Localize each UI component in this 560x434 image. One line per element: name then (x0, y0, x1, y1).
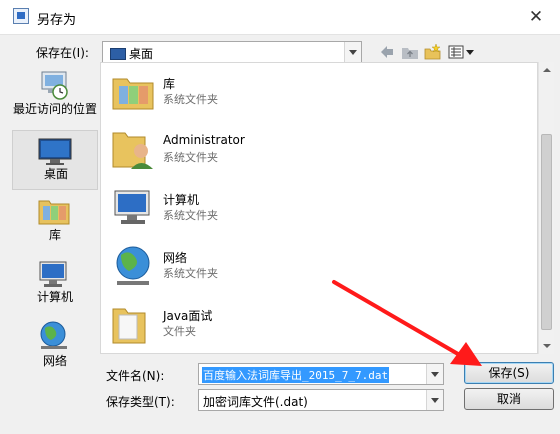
scroll-thumb[interactable] (541, 134, 552, 330)
places-bar: 最近访问的位置 桌面 库 计算机 网络 (12, 62, 98, 380)
desktop-small-icon (110, 48, 126, 60)
item-name: 库 (163, 77, 176, 91)
user-folder-icon (112, 132, 153, 169)
chevron-down-icon[interactable] (426, 364, 443, 384)
item-type: 系统文件夹 (163, 151, 218, 164)
place-computer[interactable]: 计算机 (12, 254, 98, 308)
chevron-down-icon[interactable] (426, 390, 443, 410)
item-name: 计算机 (163, 193, 200, 207)
save-in-dropdown[interactable]: 桌面 (102, 41, 362, 63)
title-bar: 另存为 ✕ (0, 0, 560, 35)
recent-places-icon (41, 71, 68, 100)
place-label: 桌面 (43, 167, 68, 181)
view-menu-icon[interactable] (448, 45, 476, 59)
list-item[interactable]: Java面试 文件夹 (107, 295, 527, 351)
cancel-button[interactable]: 取消 (464, 388, 554, 410)
save-button[interactable]: 保存(S) (464, 362, 554, 384)
filetype-label: 保存类型(T): (106, 395, 175, 409)
place-label: 计算机 (36, 290, 73, 304)
place-label: 库 (48, 228, 61, 242)
place-library[interactable]: 库 (12, 192, 98, 244)
place-label: 网络 (42, 354, 67, 368)
network-small-icon (40, 321, 67, 349)
item-type: 系统文件夹 (163, 267, 218, 280)
back-arrow-icon[interactable] (379, 45, 395, 59)
place-recent[interactable]: 最近访问的位置 (12, 66, 98, 128)
filetype-dropdown[interactable]: 加密词库文件(.dat) (198, 389, 444, 411)
file-list-scrollbar[interactable] (538, 62, 554, 354)
save-in-value: 桌面 (129, 47, 154, 61)
filename-value: 百度输入法词库导出_2015_7_7.dat (202, 367, 390, 383)
place-desktop[interactable]: 桌面 (12, 130, 98, 190)
place-label: 最近访问的位置 (12, 102, 97, 116)
computer-small-icon (39, 261, 67, 287)
filename-input[interactable]: 百度输入法词库导出_2015_7_7.dat (198, 363, 444, 385)
item-type: 系统文件夹 (163, 209, 218, 222)
list-item[interactable]: 网络 系统文件夹 (107, 237, 527, 293)
network-globe-icon (116, 246, 150, 285)
window-title: 另存为 (37, 13, 77, 28)
folder-icon (112, 308, 146, 344)
save-in-label: 保存在(I): (36, 46, 89, 60)
chevron-down-icon[interactable] (344, 42, 361, 62)
place-network[interactable]: 网络 (12, 316, 98, 370)
close-button[interactable]: ✕ (526, 7, 546, 27)
computer-icon (114, 190, 150, 224)
filetype-value: 加密词库文件(.dat) (203, 395, 308, 409)
up-folder-icon[interactable] (401, 44, 419, 60)
list-item[interactable]: Administrator 系统文件夹 (107, 121, 527, 177)
item-type: 文件夹 (163, 325, 196, 338)
item-name: Java面试 (163, 309, 213, 323)
library-folder-icon (112, 78, 154, 110)
list-item[interactable]: 库 系统文件夹 (107, 63, 527, 119)
library-icon (38, 200, 70, 225)
item-name: 网络 (163, 251, 188, 265)
app-icon (13, 8, 29, 24)
file-list[interactable]: 库 系统文件夹 Administrator 系统文件夹 计算机 系统文件夹 网络… (100, 62, 538, 354)
item-type: 系统文件夹 (163, 93, 218, 106)
scroll-up-icon[interactable] (539, 62, 554, 78)
new-folder-icon[interactable] (424, 43, 442, 60)
list-item[interactable]: 计算机 系统文件夹 (107, 179, 527, 235)
scroll-down-icon[interactable] (539, 338, 554, 354)
desktop-icon (38, 138, 72, 165)
item-name: Administrator (163, 133, 245, 147)
filename-label: 文件名(N): (106, 369, 165, 383)
